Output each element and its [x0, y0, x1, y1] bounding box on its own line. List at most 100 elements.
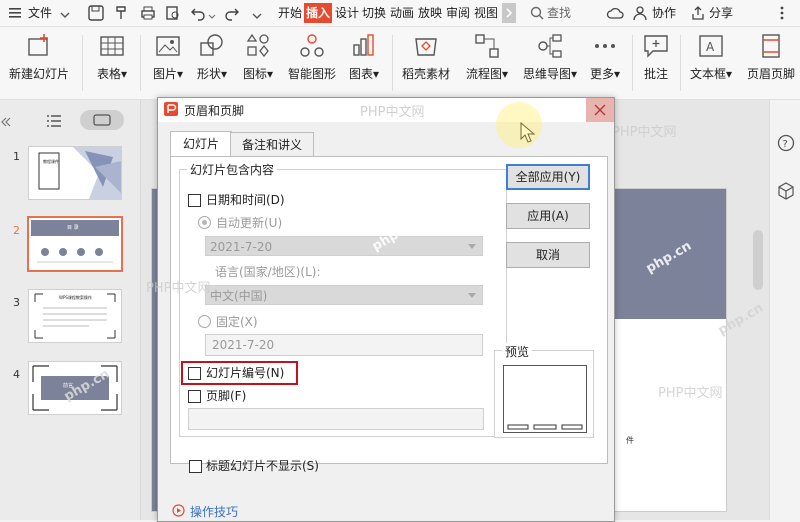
- file-menu[interactable]: 文件: [28, 4, 52, 22]
- comment-button[interactable]: 批注: [638, 33, 674, 82]
- date-time-label[interactable]: 日期和时间(D): [206, 191, 285, 208]
- shell-material-button[interactable]: 稻壳素材: [398, 33, 454, 82]
- slide-1-preview: [38, 147, 121, 199]
- print-preview-icon[interactable]: [165, 5, 181, 24]
- slide-thumbnail-1[interactable]: 教程课件: [28, 146, 122, 200]
- picture-icon: [156, 36, 180, 56]
- undo-icon[interactable]: [190, 5, 206, 24]
- tab-review[interactable]: 审阅: [444, 3, 472, 23]
- new-slide-button[interactable]: 新建幻灯片: [4, 33, 74, 82]
- search-label[interactable]: 查找: [547, 4, 571, 22]
- slide-thumbnail-2[interactable]: 目 录: [27, 216, 123, 272]
- tab-slideshow[interactable]: 放映: [416, 3, 444, 23]
- shape-icon: [200, 34, 223, 56]
- save-icon[interactable]: [88, 5, 104, 24]
- slide-number-checkbox[interactable]: [188, 367, 201, 380]
- more-options-icon[interactable]: [780, 6, 784, 23]
- flowchart-button[interactable]: 流程图▾: [462, 33, 512, 82]
- customize-toolbar-icon[interactable]: [252, 9, 262, 23]
- tab-slide[interactable]: 幻灯片: [170, 131, 232, 158]
- close-icon: [594, 104, 606, 116]
- header-footer-icon: [762, 34, 780, 58]
- table-button[interactable]: 表格▾: [90, 33, 134, 82]
- collaborate-label[interactable]: 协作: [652, 4, 676, 22]
- apply-button[interactable]: 应用(A): [506, 203, 590, 229]
- auto-update-radio[interactable]: [198, 216, 211, 229]
- print-icon[interactable]: [140, 5, 156, 24]
- tab-start[interactable]: 开始: [276, 3, 304, 23]
- more-tabs-icon[interactable]: [502, 3, 516, 23]
- slide-number: 2: [13, 224, 20, 237]
- ribbon-separator: [680, 35, 681, 91]
- header-footer-dialog: 页眉和页脚 PHP中文网 幻灯片 备注和讲义 幻灯片包含内容 日期和时间(D) …: [157, 97, 615, 522]
- tab-transition[interactable]: 切换: [360, 3, 388, 23]
- more-button[interactable]: 更多▾: [586, 33, 624, 82]
- share-label[interactable]: 分享: [709, 4, 733, 22]
- header-footer-button[interactable]: 页眉页脚: [744, 33, 798, 82]
- search-icon[interactable]: [530, 6, 544, 23]
- close-button[interactable]: [586, 98, 614, 122]
- slide-number-label[interactable]: 幻灯片编号(N): [206, 364, 284, 381]
- collapse-panel-icon[interactable]: [0, 116, 12, 130]
- tab-insert[interactable]: 插入: [304, 3, 333, 23]
- menu-bar: 文件 开始 插入 设计 切换 动画 放映 审阅 视图 查找 协作 分享: [0, 0, 800, 27]
- hamburger-menu-icon[interactable]: [8, 6, 22, 23]
- undo-dropdown-icon[interactable]: [208, 9, 216, 23]
- footer-checkbox[interactable]: [188, 390, 201, 403]
- format-painter-icon[interactable]: [114, 5, 130, 24]
- shape-button[interactable]: 形状▾: [192, 33, 232, 82]
- tab-notes-handouts[interactable]: 备注和讲义: [230, 132, 314, 158]
- share-icon[interactable]: [690, 5, 706, 24]
- cancel-button[interactable]: 取消: [506, 242, 590, 268]
- outline-view-icon[interactable]: [46, 114, 62, 131]
- play-circle-icon[interactable]: [172, 504, 185, 520]
- fixed-date-input[interactable]: 2021-7-20: [205, 334, 483, 356]
- smartart-button[interactable]: 智能图形: [284, 33, 340, 82]
- slide-thumbnail-3[interactable]: WPS课程教案操作: [28, 289, 122, 343]
- chevron-down-icon[interactable]: [60, 8, 70, 22]
- slide-thumbnail-panel: 1 教程课件 2 目 录 3 WPS课程教案操作 4 前言: [0, 100, 141, 520]
- chart-button[interactable]: 图表▾: [344, 33, 384, 82]
- preview-slide: [503, 365, 587, 433]
- slide-number: 3: [13, 296, 20, 309]
- fixed-date-label[interactable]: 固定(X): [216, 313, 258, 330]
- cube-icon[interactable]: [778, 182, 794, 203]
- picture-button[interactable]: 图片▾: [148, 33, 188, 82]
- tab-design[interactable]: 设计: [333, 3, 361, 23]
- ribbon-separator: [392, 35, 393, 91]
- dropdown-arrow-icon: [468, 244, 476, 249]
- dropdown-arrow-icon: [468, 293, 476, 298]
- vertical-scrollbar-thumb[interactable]: [753, 230, 763, 290]
- hide-title-slide-checkbox[interactable]: [189, 460, 202, 473]
- ribbon-separator: [632, 35, 633, 91]
- tips-link[interactable]: 操作技巧: [190, 503, 238, 520]
- group-title: 幻灯片包含内容: [187, 161, 278, 178]
- chart-icon: [353, 34, 374, 56]
- tab-animation[interactable]: 动画: [388, 3, 416, 23]
- icon-button[interactable]: 图标▾: [238, 33, 278, 82]
- hide-title-slide-label[interactable]: 标题幻灯片不显示(S): [206, 457, 319, 474]
- redo-icon[interactable]: [224, 5, 240, 24]
- dialog-title-bar[interactable]: 页眉和页脚 PHP中文网: [158, 98, 614, 122]
- watermark: PHP中文网: [658, 386, 723, 401]
- ribbon-separator: [140, 35, 141, 91]
- slide-view-toggle[interactable]: [80, 110, 124, 130]
- textbox-button[interactable]: A 文本框▾: [686, 33, 736, 82]
- help-icon[interactable]: ?: [777, 134, 795, 155]
- mindmap-button[interactable]: 思维导图▾: [520, 33, 580, 82]
- footer-input[interactable]: [188, 408, 484, 430]
- cloud-sync-icon[interactable]: [606, 5, 624, 24]
- collaborate-icon[interactable]: [632, 5, 648, 24]
- preview-label: 预览: [502, 343, 533, 360]
- language-label: 语言(国家/地区)(L):: [215, 265, 321, 279]
- language-select[interactable]: 中文(中国): [205, 285, 483, 305]
- auto-update-label[interactable]: 自动更新(U): [216, 214, 282, 231]
- watermark: PHP中文网: [146, 281, 211, 296]
- apply-all-button[interactable]: 全部应用(Y): [506, 164, 590, 190]
- tab-view[interactable]: 视图: [472, 3, 500, 23]
- date-time-checkbox[interactable]: [188, 194, 201, 207]
- svg-text:A: A: [706, 40, 715, 54]
- fixed-date-radio[interactable]: [198, 315, 211, 328]
- auto-date-select[interactable]: 2021-7-20: [205, 236, 483, 256]
- footer-label[interactable]: 页脚(F): [206, 387, 246, 404]
